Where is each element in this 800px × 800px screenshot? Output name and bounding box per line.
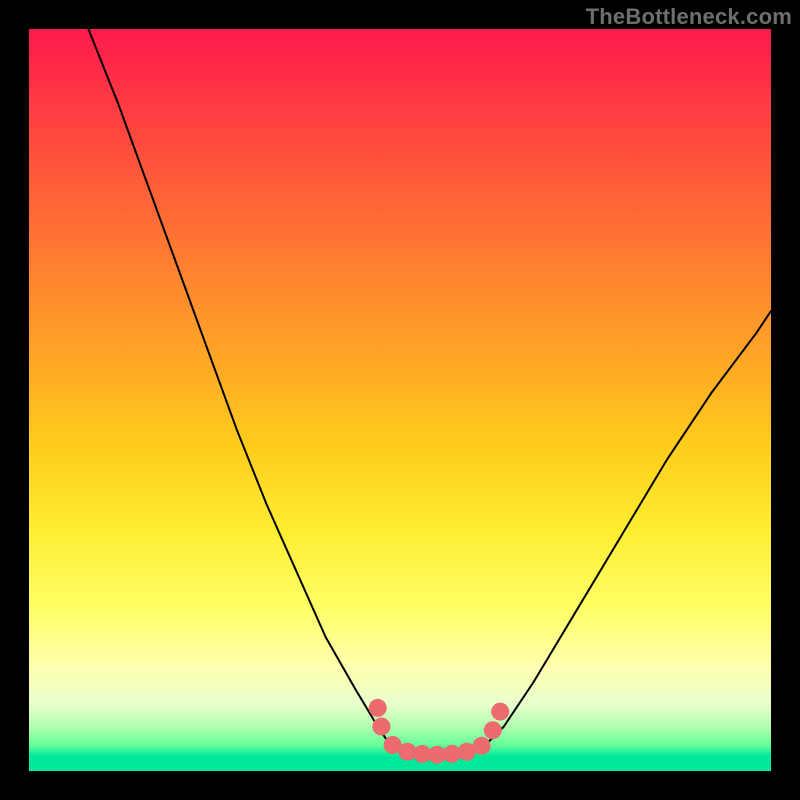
plot-area [29, 29, 771, 771]
highlight-marker [369, 699, 387, 717]
marker-layer [29, 29, 771, 771]
highlight-marker [484, 721, 502, 739]
chart-frame: TheBottleneck.com [0, 0, 800, 800]
watermark-text: TheBottleneck.com [586, 4, 792, 30]
highlight-marker [473, 737, 491, 755]
highlight-marker [372, 718, 390, 736]
marker-group [369, 699, 510, 764]
highlight-marker [491, 703, 509, 721]
